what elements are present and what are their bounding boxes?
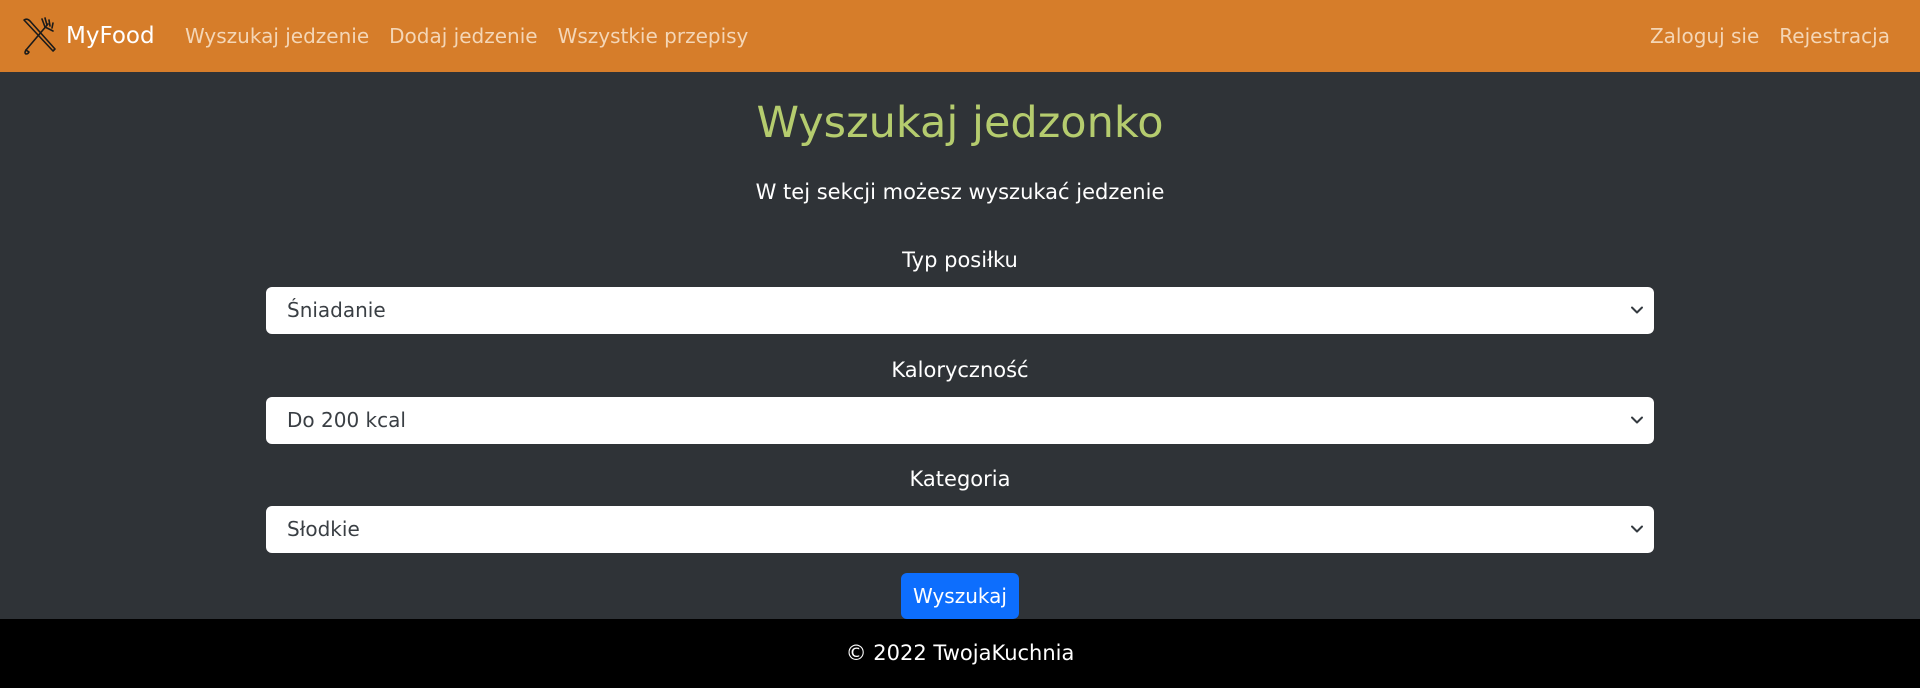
footer-copyright: © 2022 TwojaKuchnia [845,641,1075,665]
nav-add-food[interactable]: Dodaj jedzenie [389,24,537,48]
navbar: MyFood Wyszukaj jedzenie Dodaj jedzenie … [0,0,1920,72]
page-subtitle: W tej sekcji możesz wyszukać jedzenie [755,180,1165,204]
page-title: Wyszukaj jedzonko [756,98,1164,148]
meal-type-value: Śniadanie [287,298,386,322]
calories-value: Do 200 kcal [287,408,406,432]
brand-link[interactable]: MyFood [18,14,155,58]
nav-all-recipes[interactable]: Wszystkie przepisy [558,24,749,48]
meal-type-label: Typ posiłku [902,248,1018,272]
nav-links-left: Wyszukaj jedzenie Dodaj jedzenie Wszystk… [185,0,748,72]
chevron-down-icon [1631,306,1643,314]
category-label: Kategoria [909,467,1011,491]
nav-search-food[interactable]: Wyszukaj jedzenie [185,24,369,48]
fork-knife-icon [23,17,56,55]
meal-type-select[interactable]: Śniadanie [266,287,1654,334]
nav-links-right: Zaloguj sie Rejestracja [1650,0,1890,72]
search-button[interactable]: Wyszukaj [901,573,1019,619]
nav-register[interactable]: Rejestracja [1779,24,1890,48]
search-section: Wyszukaj jedzonko W tej sekcji możesz wy… [0,72,1920,619]
calories-select[interactable]: Do 200 kcal [266,397,1654,444]
brand-name: MyFood [66,23,155,49]
nav-login[interactable]: Zaloguj sie [1650,24,1759,48]
chevron-down-icon [1631,525,1643,533]
category-value: Słodkie [287,517,360,541]
footer: © 2022 TwojaKuchnia [0,619,1920,688]
category-select[interactable]: Słodkie [266,506,1654,553]
chevron-down-icon [1631,416,1643,424]
calories-label: Kaloryczność [891,358,1029,382]
